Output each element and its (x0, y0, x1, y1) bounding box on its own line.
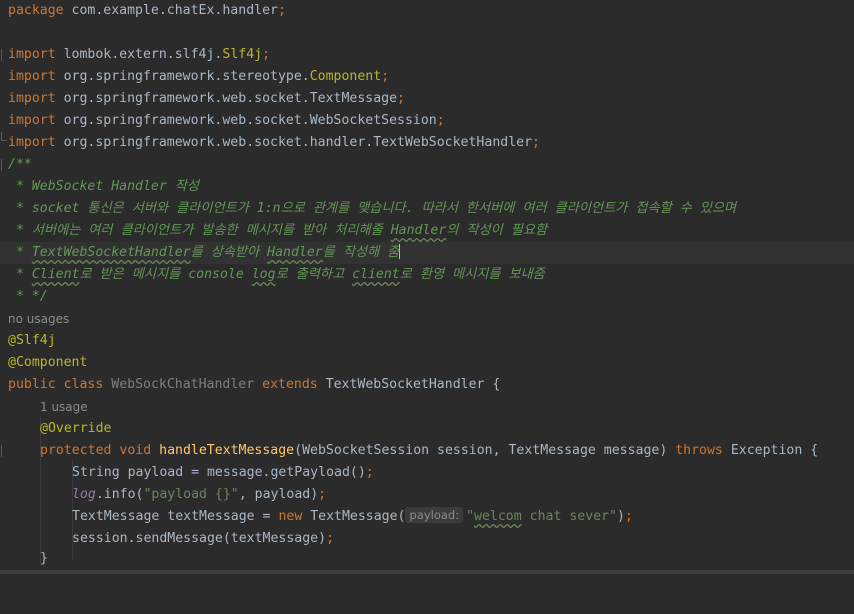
parameter-hint: payload: (405, 507, 464, 523)
code-line: session.sendMessage(textMessage); (72, 531, 335, 546)
code-line: * WebSocket Handler 작성 (8, 179, 199, 194)
code-line: @Override (40, 421, 112, 436)
text-cursor (399, 244, 401, 259)
fold-end-icon[interactable] (1, 132, 7, 141)
fold-marker-icon[interactable] (1, 159, 7, 171)
code-line: log.info("payload {}", payload); (72, 487, 327, 502)
fold-marker-icon[interactable] (1, 49, 7, 61)
code-line: * */ (8, 289, 48, 304)
fold-marker-icon[interactable] (1, 445, 7, 457)
horizontal-scrollbar[interactable] (0, 569, 854, 575)
code-line: * 서버에는 여러 클라이언트가 발송한 메시지를 받아 처리해줄 Handle… (8, 223, 548, 238)
code-line: * socket 통신은 서버와 클라이언트가 1:n으로 관계를 맺습니다. … (8, 201, 737, 216)
code-line: * Client로 받은 메시지를 console log로 출력하고 clie… (8, 267, 545, 282)
usages-hint[interactable]: no usages (0, 308, 854, 330)
code-line: } (40, 551, 48, 566)
code-line: import org.springframework.web.socket.ha… (0, 132, 854, 154)
code-line: import lombok.extern.slf4j.Slf4j; (0, 44, 854, 66)
scrollbar-thumb[interactable] (0, 570, 854, 574)
code-line: import org.springframework.stereotype.Co… (8, 69, 390, 84)
code-line: import org.springframework.web.socket.Te… (8, 91, 405, 106)
code-line: public class WebSockChatHandler extends … (8, 377, 501, 392)
code-line: @Component (8, 355, 88, 370)
code-line: @Slf4j (8, 333, 56, 348)
code-editor[interactable]: package com.example.chatEx.handler; impo… (0, 0, 854, 575)
code-line: protected void handleTextMessage(WebSock… (0, 440, 854, 462)
usages-hint[interactable]: 1 usage (0, 396, 854, 418)
code-line: String payload = message.getPayload(); (72, 465, 374, 480)
code-line: /** (0, 154, 854, 176)
code-line: import org.springframework.web.socket.We… (8, 113, 445, 128)
current-line: * TextWebSocketHandler를 상속받아 Handler를 작성… (0, 242, 854, 264)
code-line: TextMessage textMessage = new TextMessag… (72, 507, 633, 524)
code-line: package com.example.chatEx.handler; (8, 3, 286, 18)
